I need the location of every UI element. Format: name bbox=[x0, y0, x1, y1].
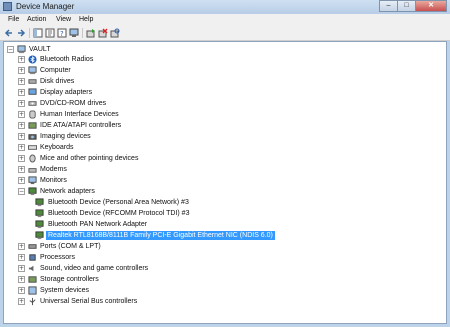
tree-node-label: Storage controllers bbox=[40, 276, 99, 283]
tree-node-label: System devices bbox=[40, 287, 90, 294]
tree-node-label: Disk drives bbox=[40, 78, 75, 85]
menu-file[interactable]: File bbox=[8, 16, 19, 23]
display-adapter-icon bbox=[28, 88, 37, 95]
expand-toggle[interactable]: + bbox=[18, 67, 25, 74]
menu-help[interactable]: Help bbox=[79, 16, 93, 23]
expand-toggle[interactable]: + bbox=[18, 166, 25, 173]
expand-toggle[interactable]: + bbox=[18, 254, 25, 261]
collapse-toggle[interactable]: − bbox=[7, 46, 14, 53]
network-adapter-icon bbox=[35, 198, 44, 207]
expand-toggle[interactable]: + bbox=[18, 276, 25, 283]
network-adapter-icon bbox=[28, 187, 37, 196]
tree-node-label: IDE ATA/ATAPI controllers bbox=[40, 122, 122, 129]
expand-toggle[interactable]: + bbox=[18, 287, 25, 294]
bluetooth-icon bbox=[28, 55, 37, 64]
computer-icon bbox=[28, 66, 37, 75]
monitor-icon bbox=[28, 176, 37, 185]
sound-icon bbox=[28, 265, 34, 272]
tree-node-label: DVD/CD-ROM drives bbox=[40, 100, 107, 107]
dvd-drive-icon bbox=[28, 101, 37, 106]
expand-toggle[interactable]: + bbox=[18, 133, 25, 140]
network-adapter-icon bbox=[35, 209, 44, 218]
expand-toggle[interactable]: + bbox=[18, 265, 25, 272]
tree-root-label: VAULT bbox=[29, 46, 51, 53]
modem-icon bbox=[28, 168, 37, 173]
hid-icon bbox=[29, 110, 36, 119]
usb-icon bbox=[29, 297, 36, 306]
network-device-label: Bluetooth PAN Network Adapter bbox=[48, 221, 148, 228]
scan-hardware-icon[interactable] bbox=[110, 28, 120, 38]
tree-node-label: Human Interface Devices bbox=[40, 111, 119, 118]
show-hide-tree-icon[interactable] bbox=[33, 28, 43, 38]
tree-node-label: Display adapters bbox=[40, 89, 93, 96]
tree-node-label: Network adapters bbox=[40, 188, 95, 195]
device-tree: − VAULT + Bluetooth Radios + Computer + … bbox=[3, 41, 447, 324]
svg-text:?: ? bbox=[60, 30, 64, 38]
back-icon[interactable] bbox=[4, 28, 14, 38]
close-button[interactable]: ✕ bbox=[415, 0, 447, 12]
forward-icon[interactable] bbox=[16, 28, 26, 38]
tree-node-label: Sound, video and game controllers bbox=[40, 265, 149, 272]
expand-toggle[interactable]: + bbox=[18, 155, 25, 162]
ide-controller-icon bbox=[28, 122, 37, 129]
processor-icon bbox=[29, 254, 36, 261]
network-adapter-icon bbox=[35, 220, 44, 229]
camera-icon bbox=[28, 134, 37, 140]
window-title: Device Manager bbox=[16, 2, 75, 11]
disk-drive-icon bbox=[28, 79, 37, 84]
tree-node-label: Processors bbox=[40, 254, 76, 261]
network-device-label: Realtek RTL8168B/8111B Family PCI-E Giga… bbox=[46, 231, 275, 240]
mouse-icon bbox=[29, 154, 36, 163]
update-driver-icon[interactable] bbox=[86, 28, 96, 38]
network-adapter-icon bbox=[35, 231, 44, 240]
expand-toggle[interactable]: + bbox=[18, 100, 25, 107]
system-device-icon bbox=[28, 286, 37, 295]
expand-toggle[interactable]: + bbox=[18, 89, 25, 96]
keyboard-icon bbox=[28, 145, 37, 150]
help-icon[interactable]: ? bbox=[57, 28, 67, 38]
minimize-button[interactable]: – bbox=[379, 0, 398, 12]
expand-toggle[interactable]: + bbox=[18, 56, 25, 63]
expand-toggle[interactable]: + bbox=[18, 243, 25, 250]
collapse-toggle[interactable]: − bbox=[18, 188, 25, 195]
title-bar: Device Manager – □ ✕ bbox=[0, 0, 450, 14]
expand-toggle[interactable]: + bbox=[18, 177, 25, 184]
menu-view[interactable]: View bbox=[56, 16, 71, 23]
port-icon bbox=[28, 244, 37, 249]
tree-node-label: Monitors bbox=[40, 177, 67, 184]
expand-toggle[interactable]: + bbox=[18, 298, 25, 305]
tree-node-label: Bluetooth Radios bbox=[40, 56, 94, 63]
uninstall-icon[interactable] bbox=[98, 28, 108, 38]
properties-icon[interactable] bbox=[45, 28, 55, 38]
expand-toggle[interactable]: + bbox=[18, 122, 25, 129]
expand-toggle[interactable]: + bbox=[18, 111, 25, 118]
storage-controller-icon bbox=[28, 276, 37, 283]
expand-toggle[interactable]: + bbox=[18, 78, 25, 85]
device-manager-icon bbox=[3, 2, 12, 11]
tree-node-label: Mice and other pointing devices bbox=[40, 155, 139, 162]
tree-node-label: Imaging devices bbox=[40, 133, 91, 140]
network-device-label: Bluetooth Device (RFCOMM Protocol TDI) #… bbox=[48, 210, 190, 217]
maximize-button[interactable]: □ bbox=[397, 0, 416, 12]
network-device-label: Bluetooth Device (Personal Area Network)… bbox=[48, 199, 189, 206]
tree-node-label: Computer bbox=[40, 67, 71, 74]
tree-node-label: Keyboards bbox=[40, 144, 74, 151]
computer-icon bbox=[17, 45, 26, 54]
tree-node-label: Universal Serial Bus controllers bbox=[40, 298, 138, 305]
expand-toggle[interactable]: + bbox=[18, 144, 25, 151]
monitor-icon[interactable] bbox=[69, 28, 79, 38]
toolbar: ? bbox=[0, 26, 450, 41]
tree-node-label: Ports (COM & LPT) bbox=[40, 243, 101, 250]
tree-node-label: Modems bbox=[40, 166, 67, 173]
menu-action[interactable]: Action bbox=[27, 16, 46, 23]
